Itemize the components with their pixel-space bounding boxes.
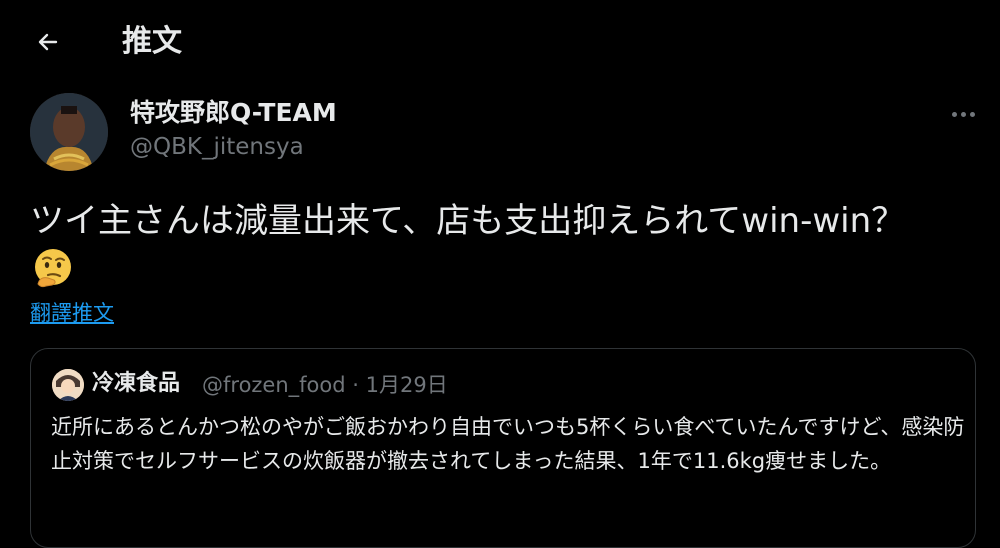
quoted-tweet-text: 近所にあるとんかつ松のやがご飯おかわり自由でいつも5杯くらい食べていたんですけど… <box>51 415 965 473</box>
arrow-left-icon <box>38 33 58 51</box>
quoted-user-avatar <box>52 369 84 401</box>
thinking-face-emoji <box>30 246 80 292</box>
author-name[interactable]: 特攻野郎Q-TEAM <box>130 97 337 129</box>
quoted-meta: @frozen_food · 1月29日 <box>202 370 448 400</box>
tweet-text: ツイ主さんは減量出来て、店も支出抑えられてwin-win？ <box>30 201 906 241</box>
meta-separator: · <box>352 373 359 397</box>
more-horizontal-icon <box>951 111 957 117</box>
more-dot <box>960 111 966 117</box>
user-avatar <box>30 93 108 171</box>
more-options-button[interactable] <box>945 100 981 128</box>
author-avatar[interactable] <box>30 93 108 171</box>
quoted-author-name[interactable]: 冷凍食品 <box>92 368 180 400</box>
page-title: 推文 <box>122 24 182 59</box>
tweet-header: 推文 <box>0 0 1000 88</box>
translate-tweet-link[interactable]: 翻譯推文 <box>30 299 114 327</box>
back-button[interactable] <box>30 24 66 60</box>
more-dot <box>969 111 975 117</box>
quoted-author-handle[interactable]: @frozen_food <box>202 373 346 397</box>
author-handle[interactable]: @QBK_jitensya <box>130 132 304 162</box>
quoted-author-avatar[interactable] <box>52 369 84 401</box>
quoted-date[interactable]: 1月29日 <box>366 373 448 397</box>
